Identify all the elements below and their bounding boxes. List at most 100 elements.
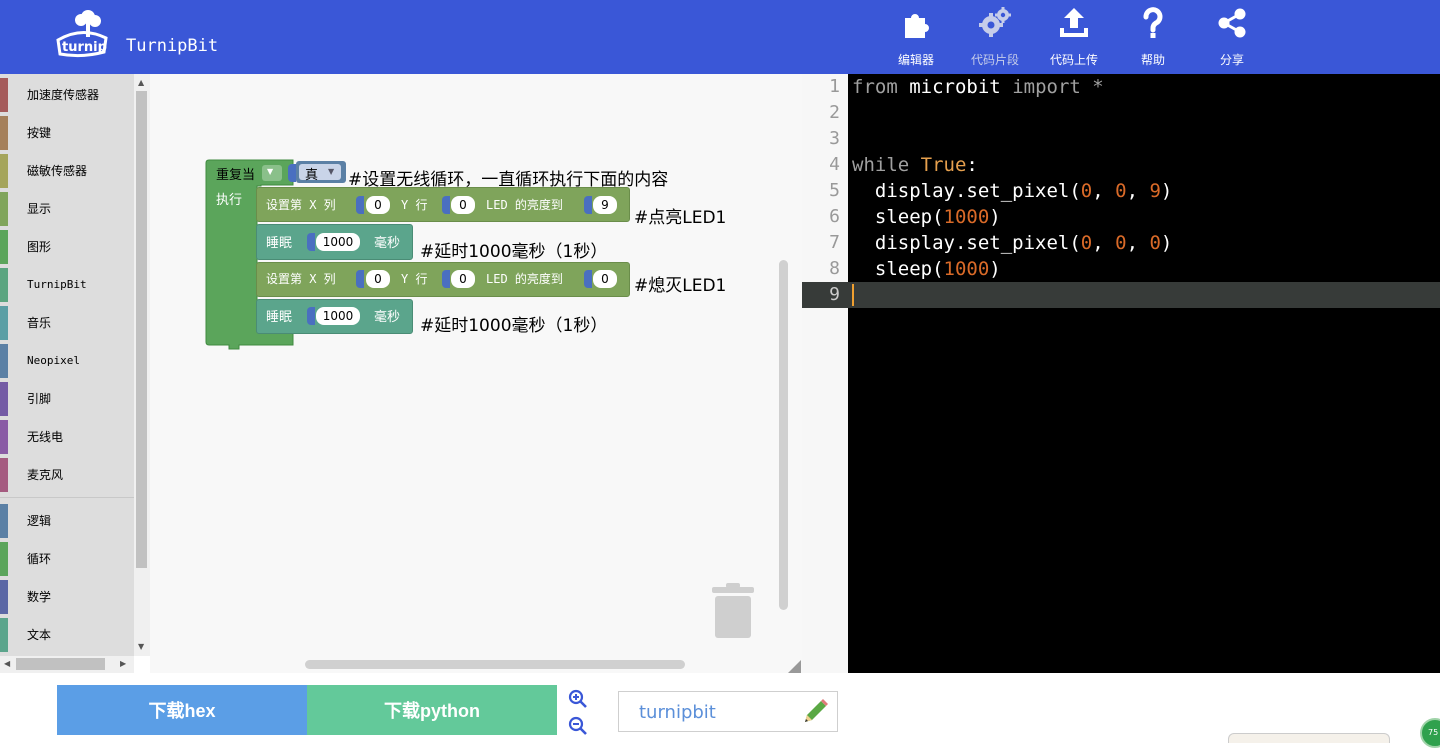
arg-number: 0: [1115, 180, 1127, 202]
category-math[interactable]: 数学: [0, 580, 134, 614]
brightness-input[interactable]: 0: [593, 270, 617, 288]
code-line-8[interactable]: sleep(1000): [852, 256, 1001, 282]
resize-handle-icon[interactable]: [786, 658, 802, 674]
repeat-mode-dropdown[interactable]: ▼: [262, 165, 282, 181]
block-category-toolbox: 加速度传感器 按键 磁敏传感器 显示 图形 TurnipBit 音乐 Neopi…: [0, 74, 134, 656]
brightness-input[interactable]: 9: [593, 196, 617, 214]
arg-separator: ,: [1126, 180, 1150, 202]
sleep-ms-input[interactable]: 1000: [316, 307, 360, 325]
category-color-bar: [0, 618, 8, 652]
set-pixel-label: 设置第 X 列: [266, 198, 336, 212]
pixel-x-input[interactable]: 0: [366, 196, 390, 214]
close-paren: ): [989, 206, 1001, 228]
category-label: 图形: [27, 240, 52, 254]
category-label: 音乐: [27, 316, 52, 330]
brightness-label: LED 的亮度到: [486, 198, 563, 212]
arg-separator: ,: [1092, 180, 1116, 202]
call-sleep: sleep(: [852, 258, 944, 280]
puzzle-icon: [905, 14, 929, 38]
category-accelerometer[interactable]: 加速度传感器: [0, 78, 134, 112]
category-neopixel[interactable]: Neopixel: [0, 344, 134, 378]
category-label: 加速度传感器: [27, 88, 100, 102]
line-number: 1: [829, 76, 840, 97]
category-pins[interactable]: 引脚: [0, 382, 134, 416]
editor-button[interactable]: 编辑器: [881, 6, 951, 68]
toolbox-vertical-scroll-thumb[interactable]: [136, 91, 147, 568]
text-cursor: [852, 284, 854, 306]
set-pixel-comment-2: #熄灭LED1: [634, 276, 727, 296]
sleep-ms-input[interactable]: 1000: [316, 233, 360, 251]
corner-badge[interactable]: 75: [1420, 718, 1440, 748]
share-label: 分享: [1219, 53, 1244, 67]
line-number: 7: [829, 232, 840, 253]
boolean-dropdown[interactable]: 真 ▼: [299, 164, 341, 183]
project-name-text[interactable]: turnipbit: [639, 702, 716, 723]
toolbox-horizontal-scroll-thumb[interactable]: [16, 658, 105, 670]
workspace-horizontal-scroll-thumb[interactable]: [305, 660, 685, 669]
code-line-5[interactable]: display.set_pixel(0, 0, 9): [852, 178, 1173, 204]
category-color-bar: [0, 580, 8, 614]
category-radio[interactable]: 无线电: [0, 420, 134, 454]
category-color-bar: [0, 192, 8, 226]
dropdown-arrow-icon: ▼: [328, 167, 335, 176]
sleep-comment-2: #延时1000毫秒（1秒）: [420, 316, 608, 336]
pixel-y-input[interactable]: 0: [451, 196, 475, 214]
category-text[interactable]: 文本: [0, 618, 134, 652]
keyword-true: True: [920, 154, 967, 176]
category-color-bar: [0, 542, 8, 576]
category-buttons[interactable]: 按键: [0, 116, 134, 150]
zoom-in-icon[interactable]: [568, 689, 588, 709]
turnip-logo[interactable]: turnip: [54, 6, 110, 58]
category-loops[interactable]: 循环: [0, 542, 134, 576]
pixel-x-input[interactable]: 0: [366, 270, 390, 288]
code-line-7[interactable]: display.set_pixel(0, 0, 0): [852, 230, 1173, 256]
arg-number: 0: [1149, 232, 1161, 254]
category-color-bar: [0, 78, 8, 112]
close-paren: ): [1160, 180, 1173, 202]
gears-icon: [979, 7, 1011, 37]
svg-text:turnip: turnip: [62, 40, 107, 55]
category-logic[interactable]: 逻辑: [0, 504, 134, 538]
workspace-vertical-scroll-thumb[interactable]: [779, 260, 788, 610]
active-line-highlight: [802, 282, 1440, 308]
sleep-label: 睡眠: [266, 236, 293, 251]
input-connector: [584, 270, 592, 288]
code-line-1[interactable]: from microbit import *: [852, 74, 1104, 100]
keyword-from: from: [852, 76, 898, 98]
download-python-button[interactable]: 下载python: [307, 685, 557, 735]
scroll-left-arrow-icon[interactable]: ◀: [4, 660, 10, 668]
pixel-y-input[interactable]: 0: [451, 270, 475, 288]
category-music[interactable]: 音乐: [0, 306, 134, 340]
snippets-button[interactable]: 代码片段: [960, 6, 1030, 68]
category-microphone[interactable]: 麦克风: [0, 458, 134, 492]
line-number: 5: [829, 180, 840, 201]
call-set-pixel: display.set_pixel(: [852, 180, 1081, 202]
scroll-down-arrow-icon[interactable]: ▼: [138, 643, 144, 651]
zoom-out-icon[interactable]: [568, 716, 588, 736]
category-images[interactable]: 图形: [0, 230, 134, 264]
download-hex-button[interactable]: 下载hex: [57, 685, 307, 735]
set-pixel-comment-1: #点亮LED1: [634, 208, 727, 228]
help-button[interactable]: 帮助: [1118, 6, 1188, 68]
upload-button[interactable]: 代码上传: [1039, 6, 1109, 68]
edit-pencil-icon[interactable]: [800, 697, 830, 727]
line-number: 3: [829, 128, 840, 149]
category-turnipbit[interactable]: TurnipBit: [0, 268, 134, 302]
share-button[interactable]: 分享: [1197, 6, 1267, 68]
category-label: 按键: [27, 126, 52, 140]
code-line-4[interactable]: while True:: [852, 152, 978, 178]
input-connector: [356, 196, 364, 214]
help-label: 帮助: [1140, 53, 1165, 67]
category-display[interactable]: 显示: [0, 192, 134, 226]
code-line-6[interactable]: sleep(1000): [852, 204, 1001, 230]
sleep-comment-1: #延时1000毫秒（1秒）: [420, 242, 608, 262]
set-pixel-label: 设置第 X 列: [266, 272, 336, 286]
scroll-right-arrow-icon[interactable]: ▶: [120, 660, 126, 668]
category-separator: [0, 497, 134, 498]
y-label: Y 行: [401, 272, 428, 286]
trash-can-icon[interactable]: [710, 582, 756, 640]
corner-widget[interactable]: [1228, 733, 1390, 743]
category-compass[interactable]: 磁敏传感器: [0, 154, 134, 188]
keyword-while: while: [852, 154, 910, 176]
scroll-up-arrow-icon[interactable]: ▲: [138, 79, 144, 87]
